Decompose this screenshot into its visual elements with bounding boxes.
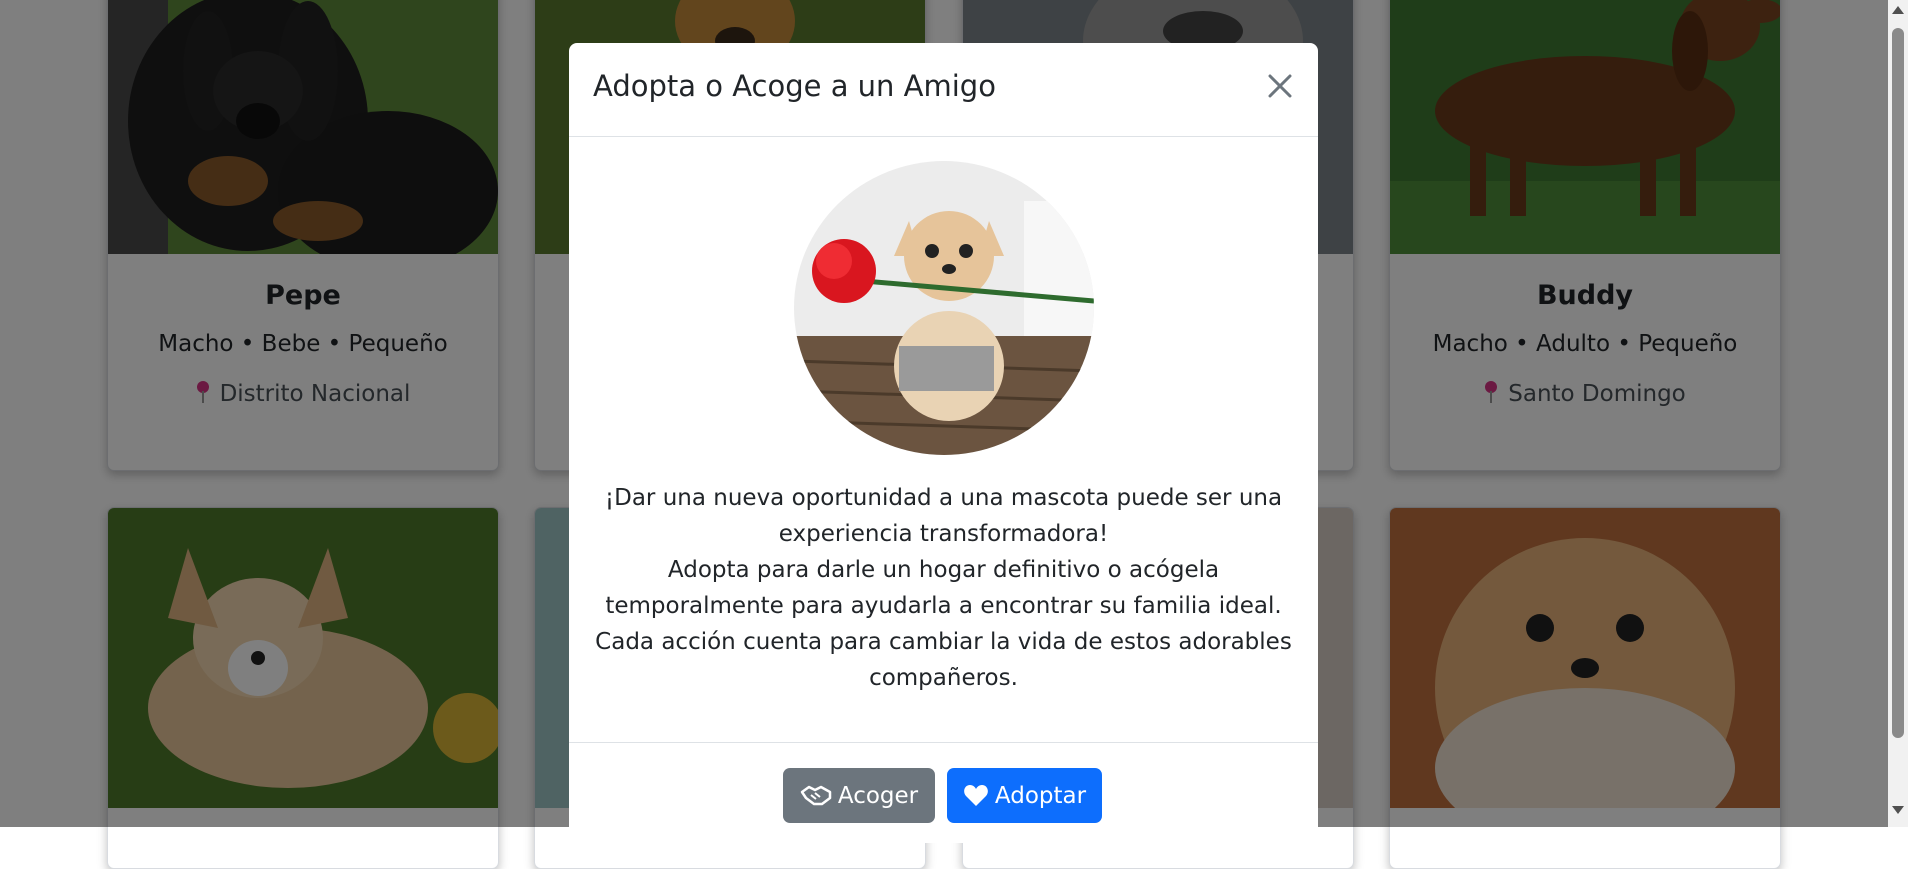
modal-paragraph: Cada acción cuenta para cambiar la vida … [595, 629, 1292, 691]
scrollbar-thumb[interactable] [1892, 28, 1904, 738]
foster-button[interactable]: Acoger [783, 768, 935, 823]
modal-footer: Acoger Adoptar [569, 742, 1318, 843]
close-button[interactable] [1259, 65, 1301, 107]
modal-title: Adopta o Acoge a un Amigo [593, 69, 996, 103]
modal-message: ¡Dar una nueva oportunidad a una mascota… [589, 480, 1298, 696]
adopt-foster-modal: Adopta o Acoge a un Amigo ¡Dar una nueva… [569, 43, 1318, 843]
handshake-icon [800, 785, 832, 805]
adopt-button[interactable]: Adoptar [947, 768, 1102, 823]
modal-paragraph: ¡Dar una nueva oportunidad a una mascota… [604, 485, 1283, 547]
modal-header: Adopta o Acoge a un Amigo [569, 43, 1318, 137]
close-icon [1268, 74, 1292, 98]
page-scrollbar[interactable] [1888, 0, 1908, 827]
scroll-down-icon[interactable] [1892, 806, 1904, 814]
heart-icon [964, 784, 988, 806]
modal-paragraph: Adopta para darle un hogar definitivo o … [605, 557, 1282, 619]
modal-hero-image [794, 161, 1094, 455]
adopt-button-label: Adoptar [994, 782, 1087, 809]
foster-button-label: Acoger [837, 782, 919, 809]
scroll-up-icon[interactable] [1892, 6, 1904, 14]
